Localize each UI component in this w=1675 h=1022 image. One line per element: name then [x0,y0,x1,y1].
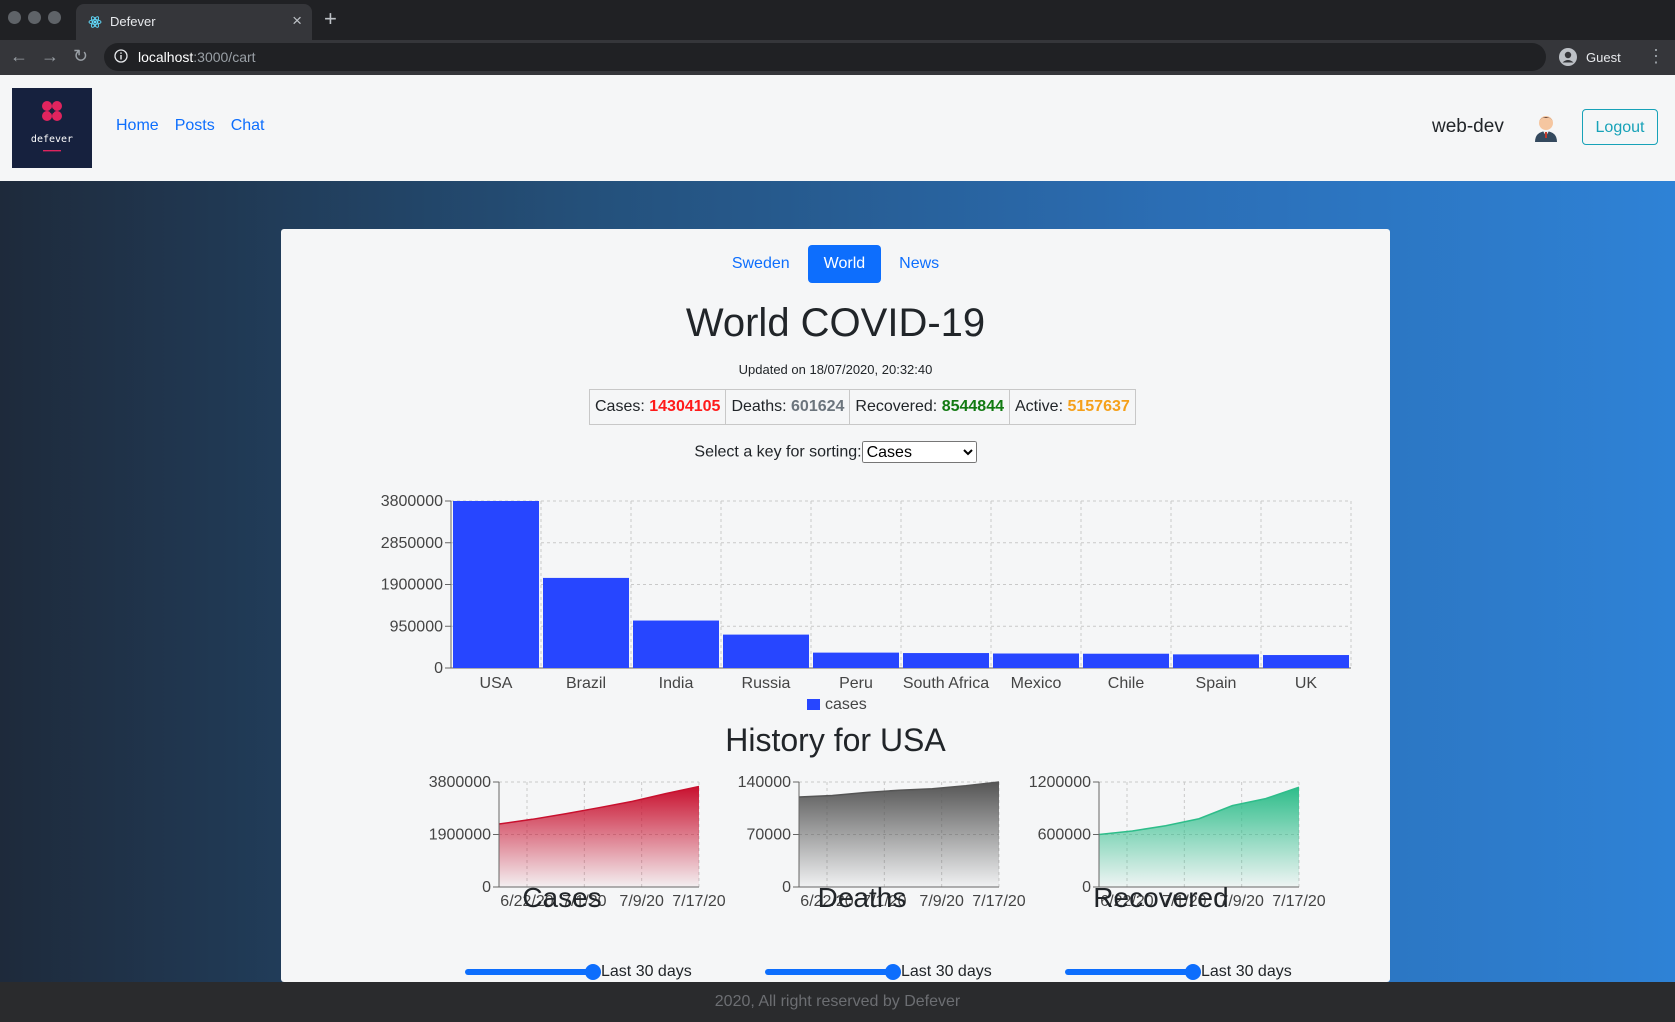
x-tick-label: 7/17/20 [672,893,725,910]
bar [813,652,899,668]
y-tick-label: 1900000 [381,577,443,594]
cases-range-slider[interactable]: Last 30 days [465,963,692,981]
bar [453,501,539,668]
back-icon[interactable]: ← [10,46,28,67]
profile-label: Guest [1586,49,1621,65]
slider-thumb[interactable] [1185,964,1201,980]
x-tick-label: 7/17/20 [972,893,1025,910]
address-bar: ← → ↻ localhost:3000/cart Guest ⋮ [0,40,1675,75]
bar [903,653,989,668]
bar [633,620,719,668]
slider-thumb[interactable] [585,964,601,980]
slider-track[interactable] [1065,964,1201,980]
username: web-dev [1432,116,1504,137]
y-tick-label: 1900000 [429,827,491,844]
nav-links: Home Posts Chat [116,117,265,135]
close-tab-icon[interactable]: × [292,11,302,31]
profile-icon [1559,48,1577,66]
y-tick-label: 950000 [390,618,443,635]
x-tick-label: South Africa [903,675,989,692]
x-tick-label: India [659,675,694,692]
history-recovered-title: Recovered [1093,882,1229,913]
x-tick-label: Chile [1108,675,1145,692]
x-tick-label: Brazil [566,675,606,692]
y-tick-label: 600000 [1038,827,1091,844]
url-path: :3000/cart [193,49,256,65]
legend-swatch [807,699,820,710]
bar [1173,654,1259,668]
profile-button[interactable]: Guest [1558,45,1621,69]
close-window-button[interactable] [8,11,21,24]
history-deaths-title: Deaths [817,882,907,913]
y-tick-label: 1200000 [1029,774,1091,791]
defever-logo[interactable]: defever ▬▬▬▬▬▬ [12,88,92,168]
y-tick-label: 140000 [738,774,791,791]
y-tick-label: 2850000 [381,535,443,552]
covid-card: Sweden World News World COVID-19 Updated… [281,229,1390,982]
slider-track[interactable] [465,964,601,980]
tab-title: Defever [110,14,156,29]
window-controls [8,11,61,24]
x-tick-label: USA [480,675,513,692]
slider-track[interactable] [765,964,901,980]
deaths-range-slider[interactable]: Last 30 days [765,963,992,981]
y-tick-label: 70000 [747,827,792,844]
nav-link-chat[interactable]: Chat [231,117,265,135]
logo-mark-icon [42,101,62,121]
nav-link-posts[interactable]: Posts [175,117,215,135]
slider-label: Last 30 days [1201,963,1292,980]
x-tick-label: Mexico [1011,675,1062,692]
area-fill [1099,787,1299,887]
history-cases-title: Cases [522,882,602,913]
y-tick-label: 0 [434,660,443,677]
reload-icon[interactable]: ↻ [73,46,88,67]
maximize-window-button[interactable] [48,11,61,24]
area-fill [499,786,699,887]
nav-link-home[interactable]: Home [116,117,159,135]
bar [543,577,629,668]
minimize-window-button[interactable] [28,11,41,24]
browser-menu-icon[interactable]: ⋮ [1647,46,1665,67]
recovered-range-slider[interactable]: Last 30 days [1065,963,1292,981]
forward-icon[interactable]: → [41,46,59,67]
new-tab-icon[interactable]: + [324,6,337,32]
react-icon [88,16,102,28]
app-navbar: defever ▬▬▬▬▬▬ Home Posts Chat web-dev L… [0,75,1675,181]
slider-thumb[interactable] [885,964,901,980]
browser-tab-bar: Defever × + [0,0,1675,40]
area-fill [799,782,999,887]
slider-label: Last 30 days [901,963,992,980]
logo-text: defever [30,134,74,145]
y-tick-label: 3800000 [429,774,491,791]
bar [1263,655,1349,668]
x-tick-label: Peru [839,675,873,692]
x-tick-label: UK [1295,675,1318,692]
url-host: localhost [138,49,194,65]
slider-label: Last 30 days [601,963,692,980]
url-input[interactable]: localhost:3000/cart [104,43,1546,71]
info-icon [114,49,128,63]
x-tick-label: 7/17/20 [1272,893,1325,910]
bar [1083,653,1169,668]
avatar[interactable] [1530,111,1562,143]
x-tick-label: Russia [742,675,791,692]
bar [993,653,1079,668]
y-tick-label: 3800000 [381,493,443,510]
bar [723,634,809,668]
charts-canvas: 0 950000 1900000 2850000 3800000 USA Brazil Ind… [381,493,1352,910]
footer: 2020, All right reserved by Defever [0,982,1675,1022]
browser-tab[interactable]: Defever × [76,4,312,40]
logout-button[interactable]: Logout [1582,109,1658,145]
history-title: History for USA [725,722,946,758]
logo-tagline: ▬▬▬▬▬▬ [42,148,62,154]
x-tick-label: Spain [1196,675,1237,692]
legend-label: cases [825,696,867,713]
